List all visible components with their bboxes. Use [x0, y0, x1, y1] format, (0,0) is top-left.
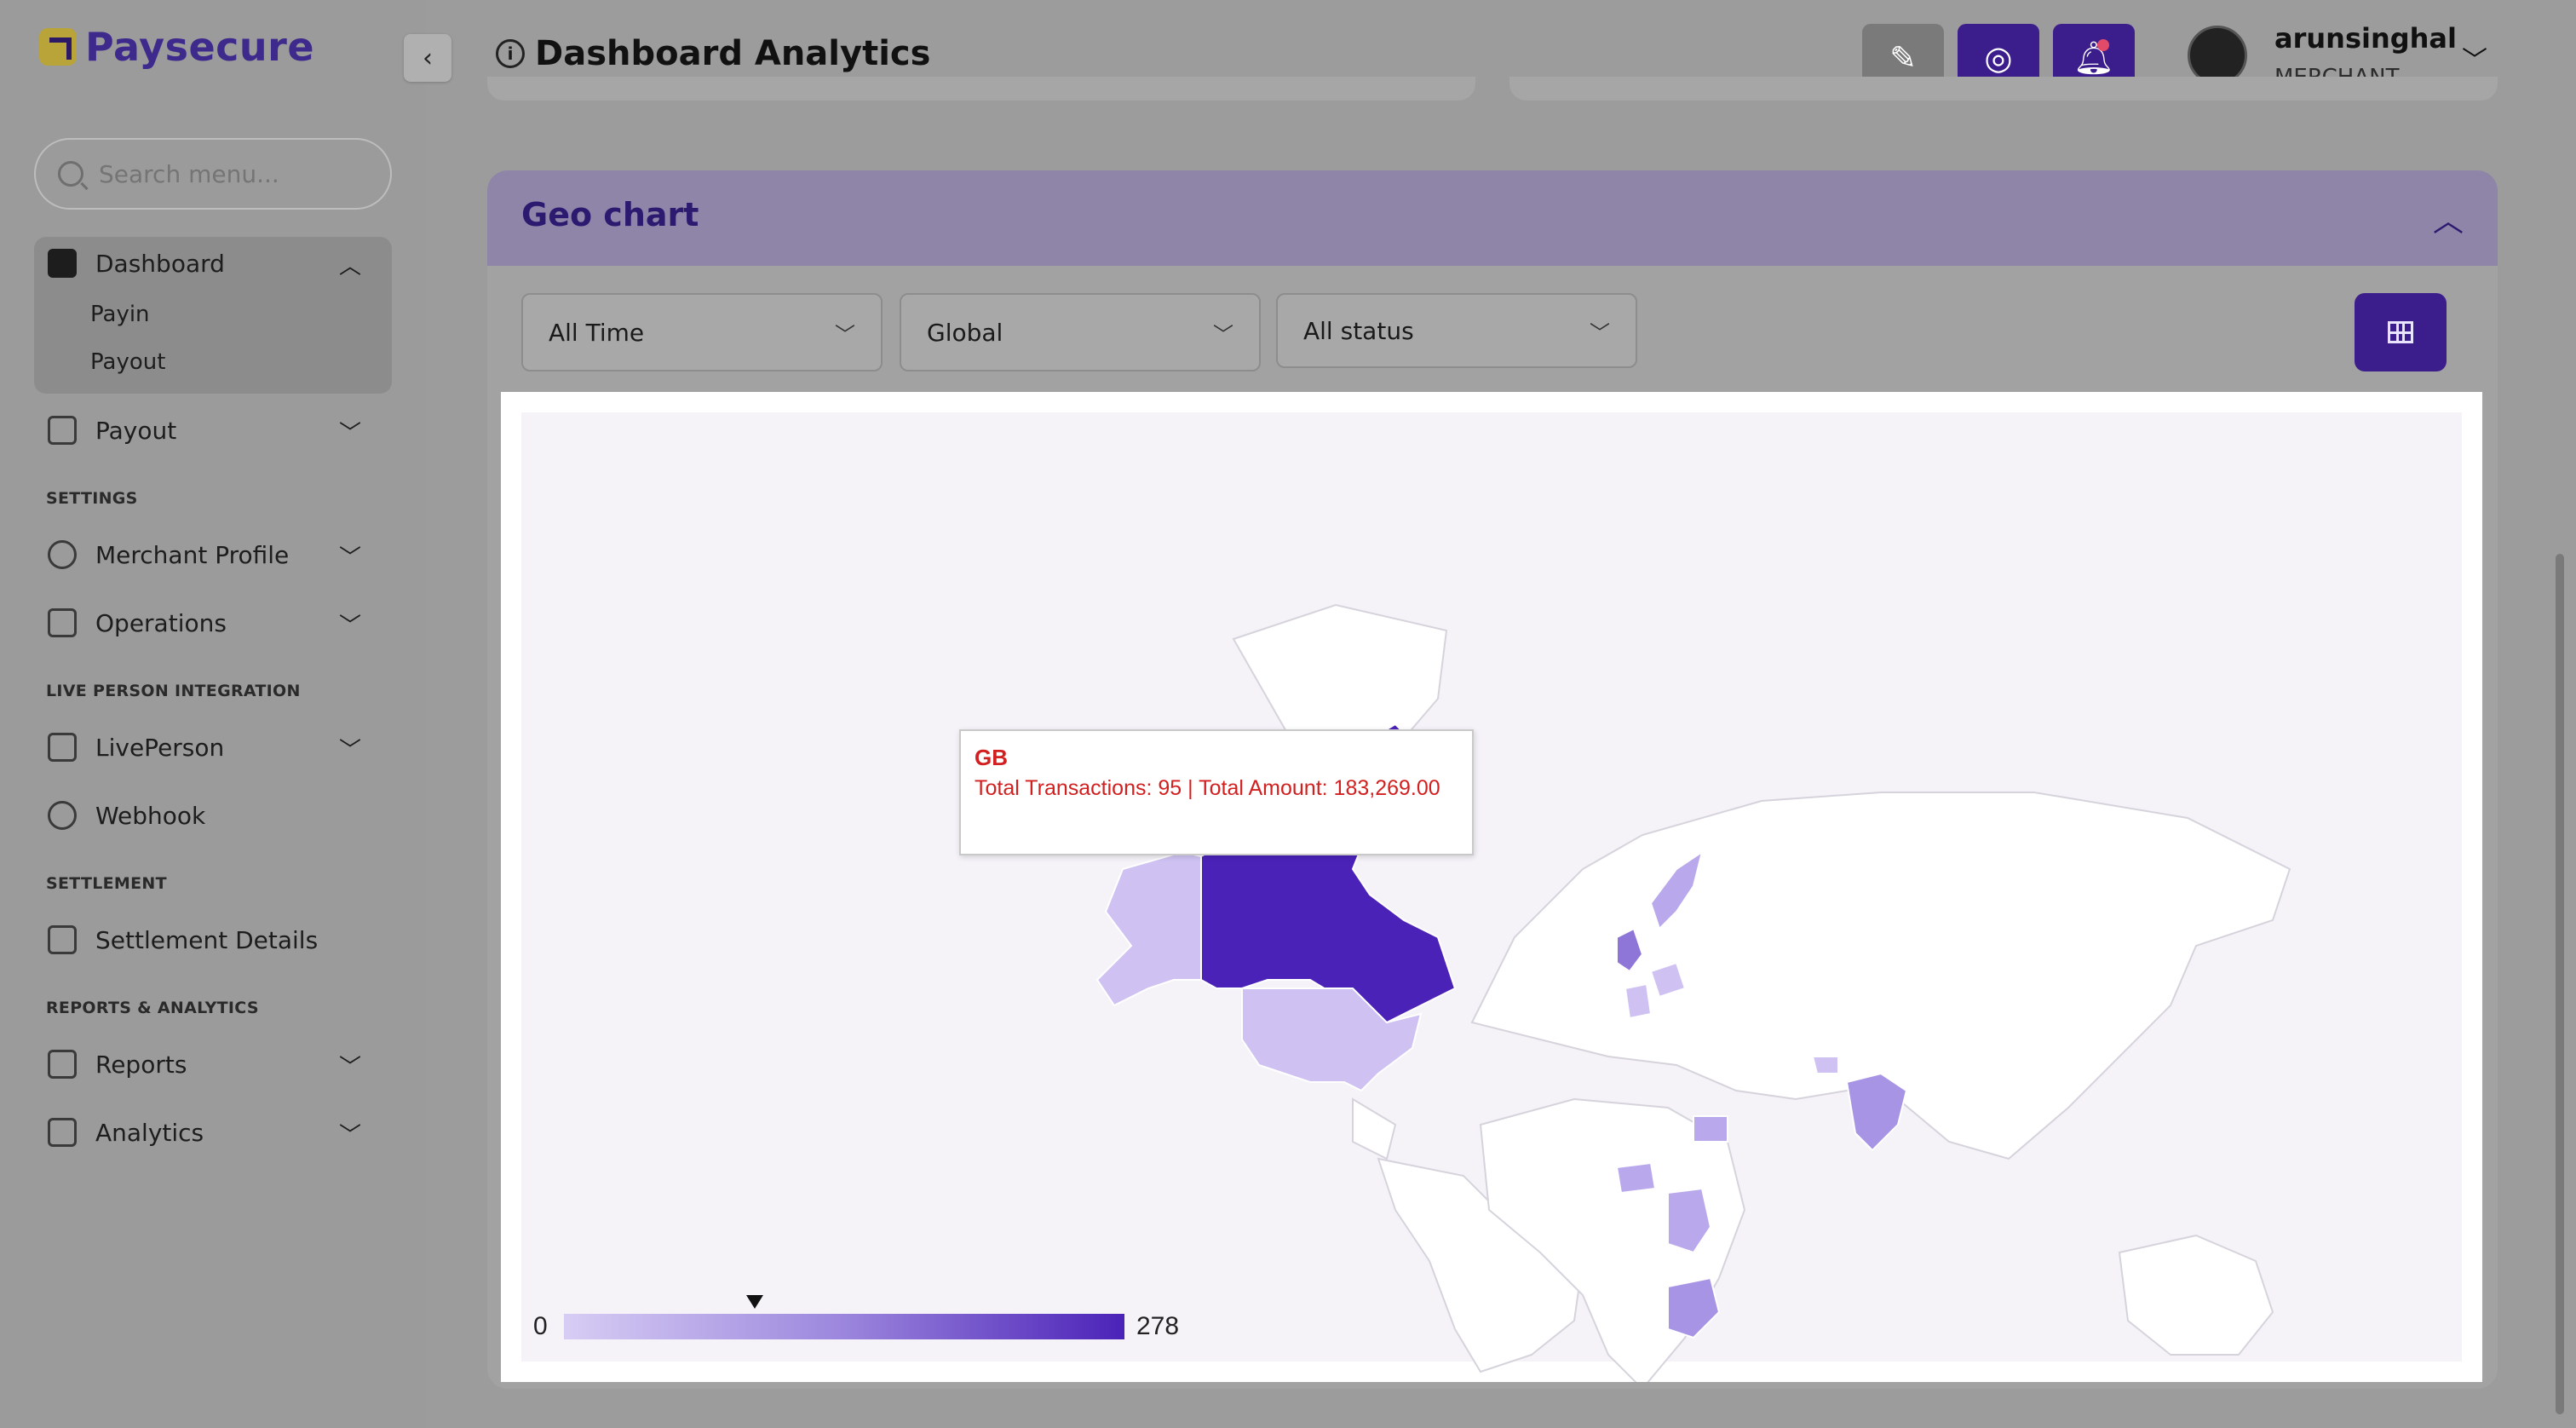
- page-title-group: i Dashboard Analytics: [496, 34, 930, 73]
- sidebar-item-label: Dashboard: [95, 249, 225, 278]
- geo-chart-title: Geo chart: [521, 196, 699, 233]
- sidebar-item-dashboard[interactable]: Dashboard: [48, 249, 225, 278]
- region-value: Global: [927, 318, 1003, 347]
- previous-card-bottom: [487, 77, 1475, 101]
- sidebar-item-label: Analytics: [95, 1118, 204, 1147]
- table-icon: [2388, 321, 2413, 343]
- sidebar-item-operations[interactable]: Operations: [48, 608, 227, 637]
- capture-icon: ◎: [1984, 39, 2013, 77]
- chevron-down-icon[interactable]: ﹀: [339, 540, 361, 572]
- sliders-icon: [48, 608, 77, 637]
- country-india: [1845, 1072, 1908, 1152]
- table-view-button[interactable]: [2355, 293, 2447, 371]
- section-label-settlement: SETTLEMENT: [46, 874, 167, 893]
- shield-icon: [48, 733, 77, 762]
- brush-icon: ✎: [1889, 39, 1917, 77]
- brand-name: Paysecure: [85, 24, 315, 70]
- sidebar-item-label: Payout: [95, 416, 177, 445]
- region-select[interactable]: Global ﹀: [900, 293, 1261, 371]
- country-nigeria: [1615, 1161, 1657, 1195]
- sidebar-item-payout[interactable]: Payout: [48, 416, 176, 445]
- legend-marker: [745, 1295, 763, 1309]
- sidebar-item-analytics[interactable]: Analytics: [48, 1118, 204, 1147]
- chevron-down-icon: ﹀: [835, 322, 855, 347]
- country-egypt: [1693, 1115, 1728, 1143]
- sidebar-item-label: Merchant Profile: [95, 540, 290, 569]
- chevron-down-icon[interactable]: ﹀: [339, 1118, 361, 1149]
- country-south-africa: [1667, 1276, 1721, 1339]
- sidebar-item-label: Reports: [95, 1050, 187, 1079]
- map-tooltip: GB Total Transactions: 95 | Total Amount…: [959, 729, 1474, 855]
- country-france: [1624, 982, 1653, 1020]
- dashboard-icon: [48, 249, 77, 278]
- sidebar-item-liveperson[interactable]: LivePerson: [48, 733, 224, 762]
- chevron-left-icon: ‹: [423, 43, 433, 73]
- chevron-up-icon[interactable]: ︿: [2433, 196, 2464, 240]
- sidebar-item-label: Operations: [95, 608, 227, 637]
- chevron-down-icon[interactable]: ﹀: [339, 608, 361, 640]
- section-label-live-person: LIVE PERSON INTEGRATION: [46, 682, 301, 700]
- period-value: All Time: [549, 318, 645, 347]
- chevron-down-icon[interactable]: ﹀: [2462, 39, 2487, 77]
- receipt-icon: [48, 416, 77, 445]
- tooltip-details: Total Transactions: 95 | Total Amount: 1…: [975, 776, 1440, 800]
- sidebar-item-reports[interactable]: Reports: [48, 1050, 187, 1079]
- period-select[interactable]: All Time ﹀: [521, 293, 883, 371]
- analytics-icon: [48, 1118, 77, 1147]
- region-central-america: [1352, 1097, 1397, 1160]
- legend-min: 0: [533, 1312, 548, 1340]
- page-scrollbar[interactable]: [2556, 554, 2564, 1414]
- sidebar-item-settlement-details[interactable]: Settlement Details: [48, 925, 318, 954]
- sidebar-subitem-payin[interactable]: Payin: [90, 302, 150, 327]
- sidebar: Paysecure Dashboard ︿ Payin Payout Payou…: [0, 0, 426, 1428]
- geo-chart-header[interactable]: Geo chart ︿: [487, 170, 2498, 266]
- search-icon: [58, 161, 83, 187]
- webhook-icon: [48, 801, 77, 830]
- paysecure-logo-icon: [39, 28, 77, 66]
- user-name: arunsinghal: [2274, 22, 2457, 55]
- collapse-sidebar-button[interactable]: ‹: [404, 34, 451, 82]
- section-label-settings: SETTINGS: [46, 489, 138, 508]
- search-input[interactable]: [99, 159, 380, 188]
- chevron-down-icon[interactable]: ﹀: [339, 416, 361, 447]
- geo-map-card: [501, 392, 2482, 1382]
- sidebar-item-label: Settlement Details: [95, 925, 319, 954]
- country-usa-alaska: [1095, 850, 1202, 1007]
- chevron-up-icon[interactable]: ︿: [339, 249, 361, 280]
- sidebar-item-merchant-profile[interactable]: Merchant Profile: [48, 540, 289, 569]
- user-icon: [48, 540, 77, 569]
- sidebar-item-label: LivePerson: [95, 733, 225, 762]
- country-pakistan: [1811, 1056, 1839, 1074]
- legend-color-bar: [564, 1314, 1124, 1339]
- chevron-down-icon: ﹀: [1590, 320, 1610, 345]
- search-menu[interactable]: [34, 138, 392, 210]
- notification-dot: [2097, 39, 2109, 51]
- continent-australia: [2118, 1234, 2274, 1356]
- status-value: All status: [1303, 316, 1414, 345]
- page-title: Dashboard Analytics: [535, 34, 931, 73]
- tooltip-country-code: GB: [975, 745, 1008, 770]
- info-icon[interactable]: i: [496, 39, 525, 68]
- previous-card-bottom: [1509, 77, 2498, 101]
- section-label-reports: REPORTS & ANALYTICS: [46, 999, 259, 1017]
- sidebar-subitem-payout[interactable]: Payout: [90, 349, 165, 375]
- legend-max: 278: [1136, 1312, 1180, 1340]
- bar-chart-icon: [48, 1050, 77, 1079]
- world-map[interactable]: [501, 392, 2482, 1382]
- sidebar-item-webhook[interactable]: Webhook: [48, 801, 205, 830]
- chevron-down-icon[interactable]: ﹀: [339, 1050, 361, 1081]
- brand-logo[interactable]: Paysecure: [39, 24, 314, 70]
- chevron-down-icon: ﹀: [1213, 322, 1233, 347]
- sidebar-item-label: Webhook: [95, 801, 206, 830]
- card-icon: [48, 925, 77, 954]
- status-select[interactable]: All status ﹀: [1276, 293, 1637, 368]
- chevron-down-icon[interactable]: ﹀: [339, 733, 361, 764]
